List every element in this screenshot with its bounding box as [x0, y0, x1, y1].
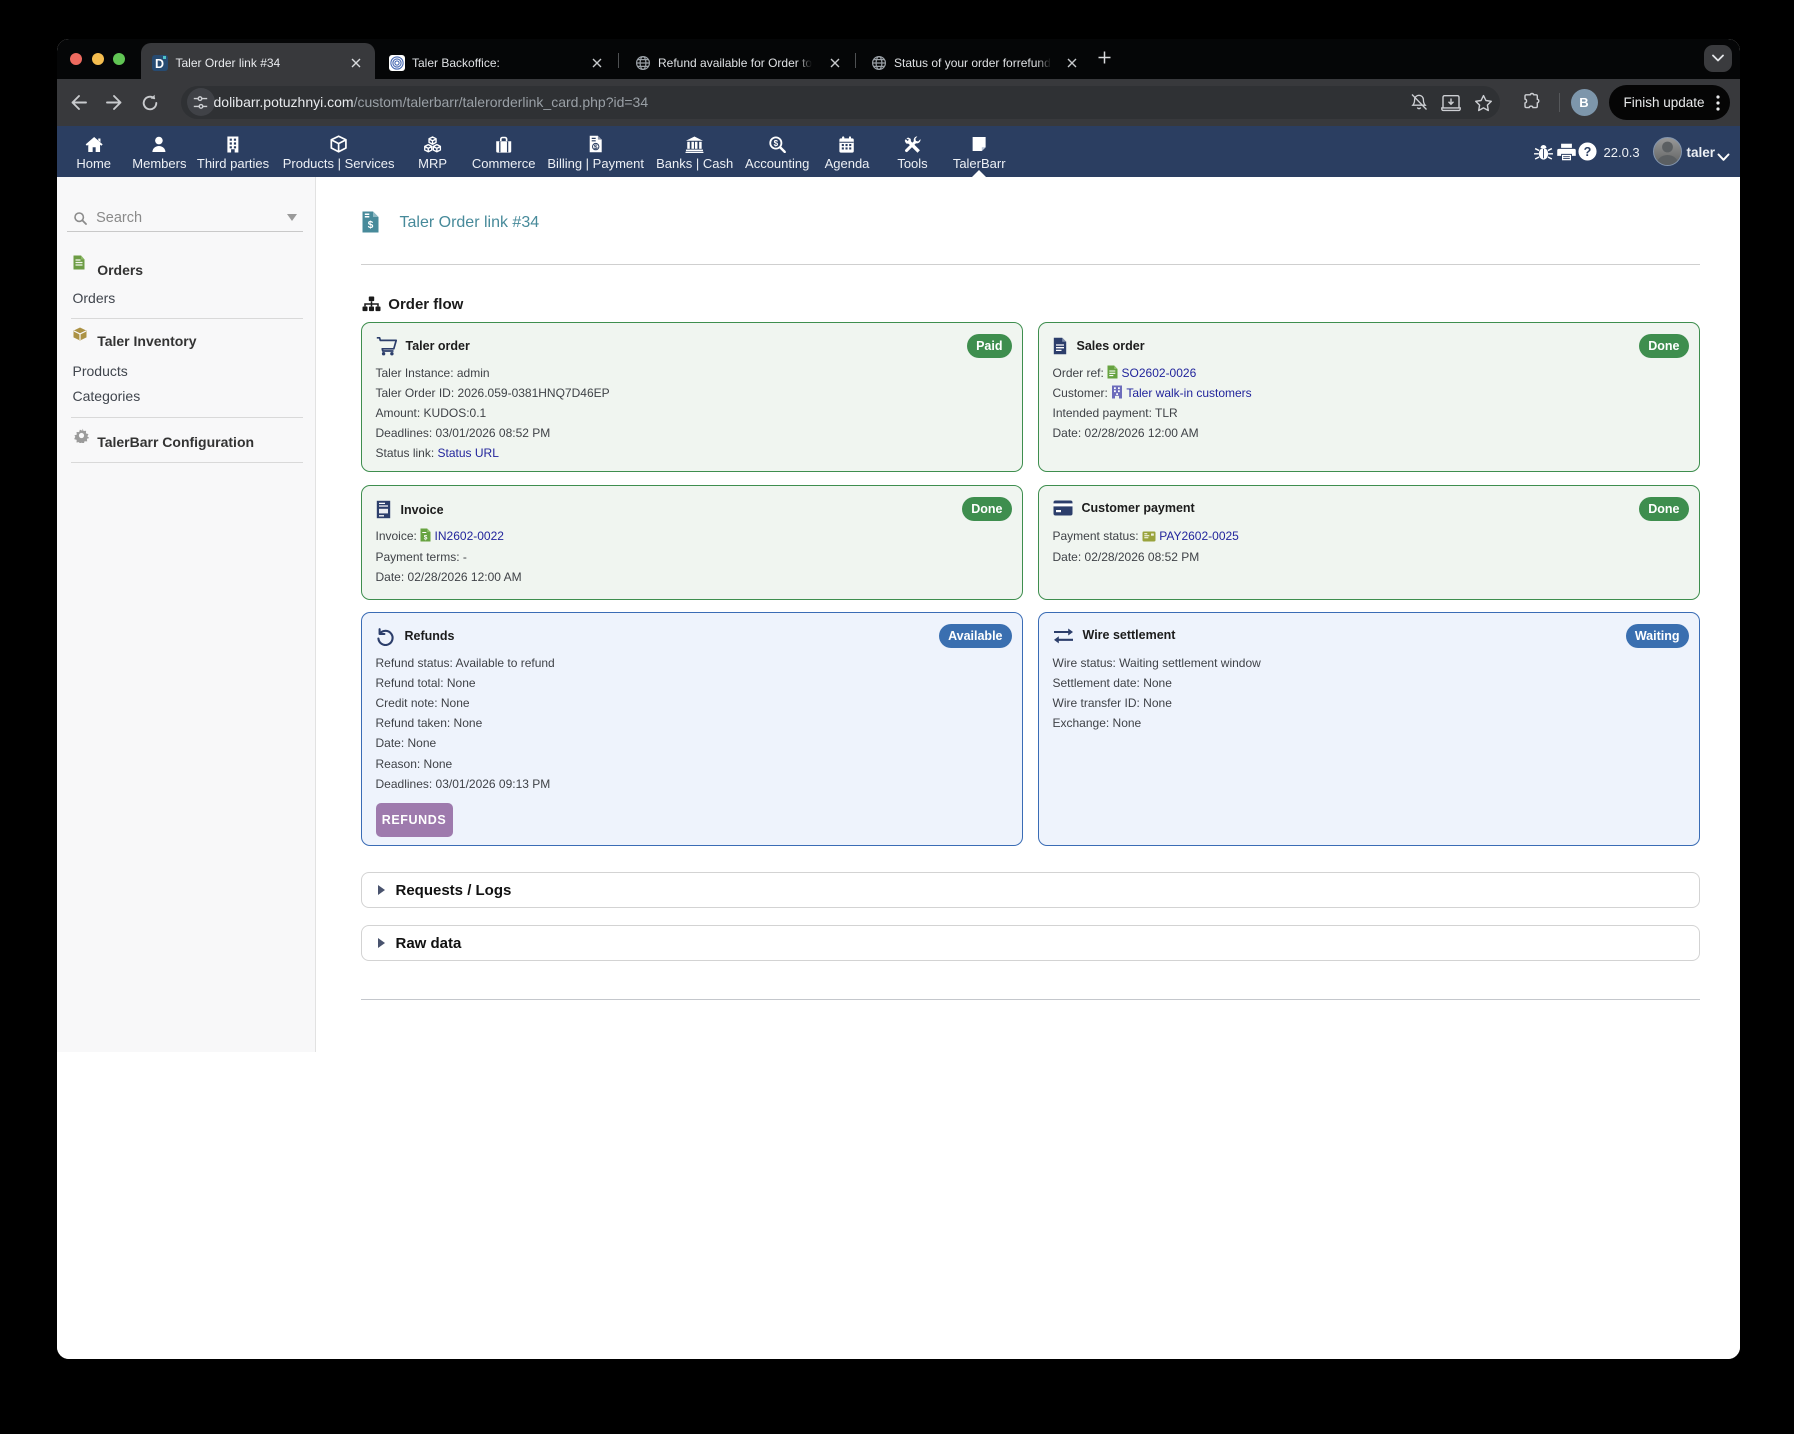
- svg-text:$: $: [424, 535, 428, 542]
- svg-text:$: $: [773, 138, 778, 147]
- svg-text:?: ?: [1583, 145, 1591, 159]
- svg-text:$: $: [368, 220, 374, 231]
- svg-text:$: $: [594, 144, 598, 151]
